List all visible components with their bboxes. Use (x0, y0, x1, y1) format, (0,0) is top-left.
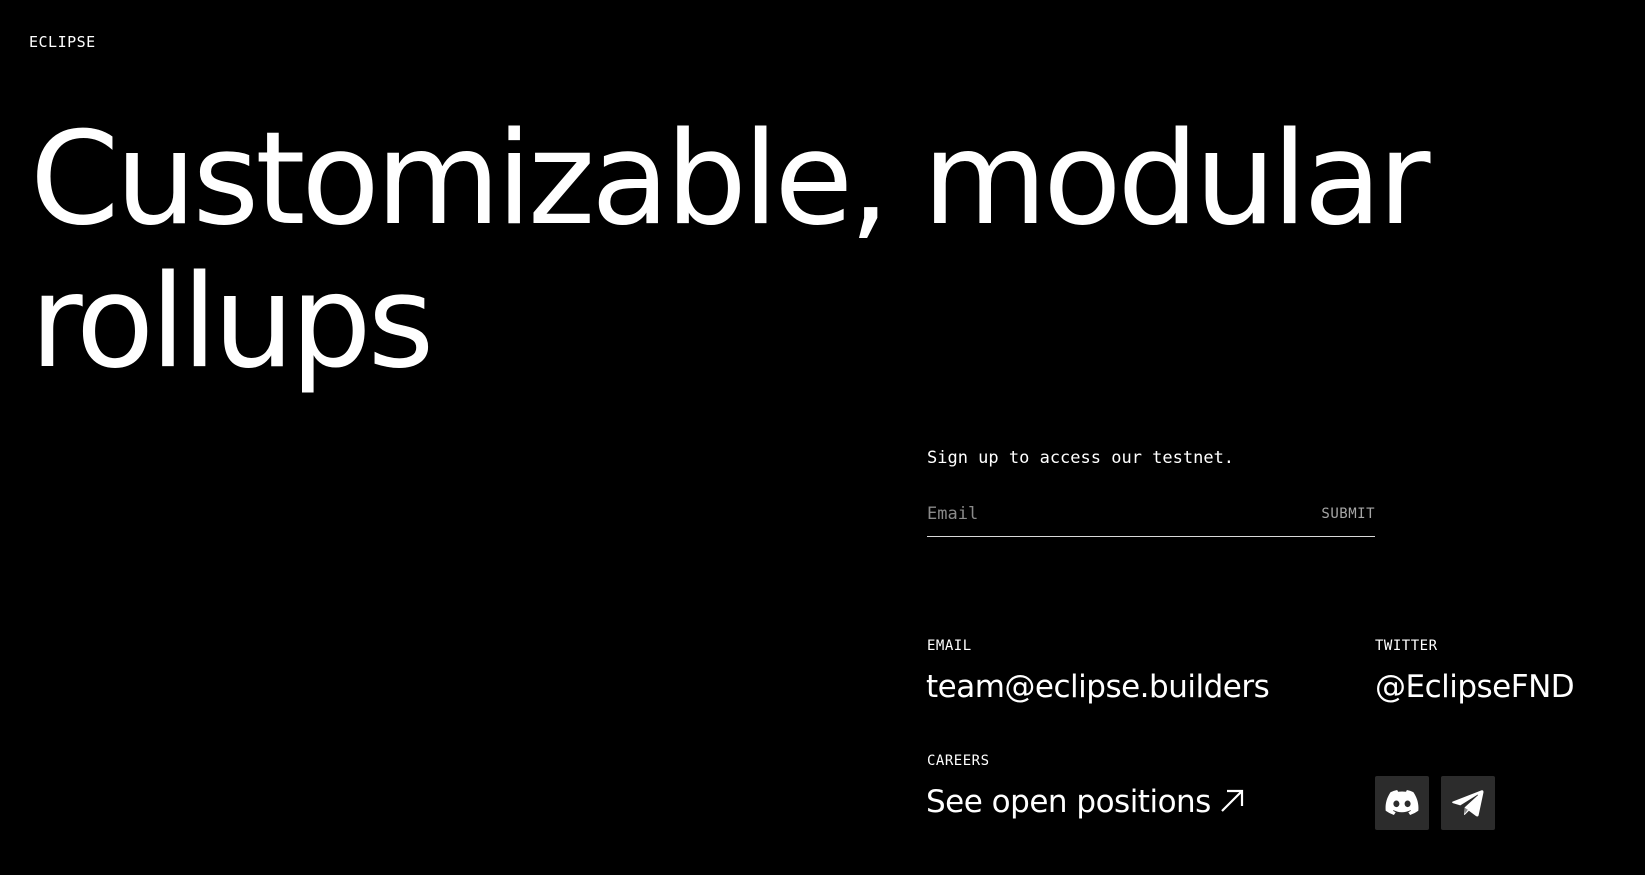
careers-label: CAREERS (927, 753, 990, 769)
discord-icon (1385, 790, 1419, 815)
signup-prompt: Sign up to access our testnet. (927, 448, 1235, 468)
eclipse-logo[interactable]: ECLIPSE (29, 33, 96, 51)
email-link[interactable]: team@eclipse.builders (926, 669, 1270, 705)
email-input[interactable] (927, 492, 1322, 536)
careers-link[interactable]: See open positions (926, 784, 1245, 820)
hero-line-1: Customizable, modular (30, 105, 1430, 254)
hero-line-2: rollups (30, 248, 434, 397)
arrow-up-right-icon (1221, 789, 1243, 812)
hero-heading: Customizable, modular rollups (30, 108, 1530, 394)
discord-button[interactable] (1375, 776, 1429, 830)
submit-button[interactable]: SUBMIT (1321, 492, 1375, 536)
twitter-label: TWITTER (1375, 638, 1438, 654)
signup-section: Sign up to access our testnet. SUBMIT (927, 448, 1375, 537)
careers-link-text: See open positions (926, 784, 1211, 820)
email-label: EMAIL (927, 638, 972, 654)
signup-form: SUBMIT (927, 492, 1375, 537)
twitter-link[interactable]: @EclipseFND (1375, 669, 1575, 705)
telegram-button[interactable] (1441, 776, 1495, 830)
telegram-icon (1452, 790, 1484, 817)
